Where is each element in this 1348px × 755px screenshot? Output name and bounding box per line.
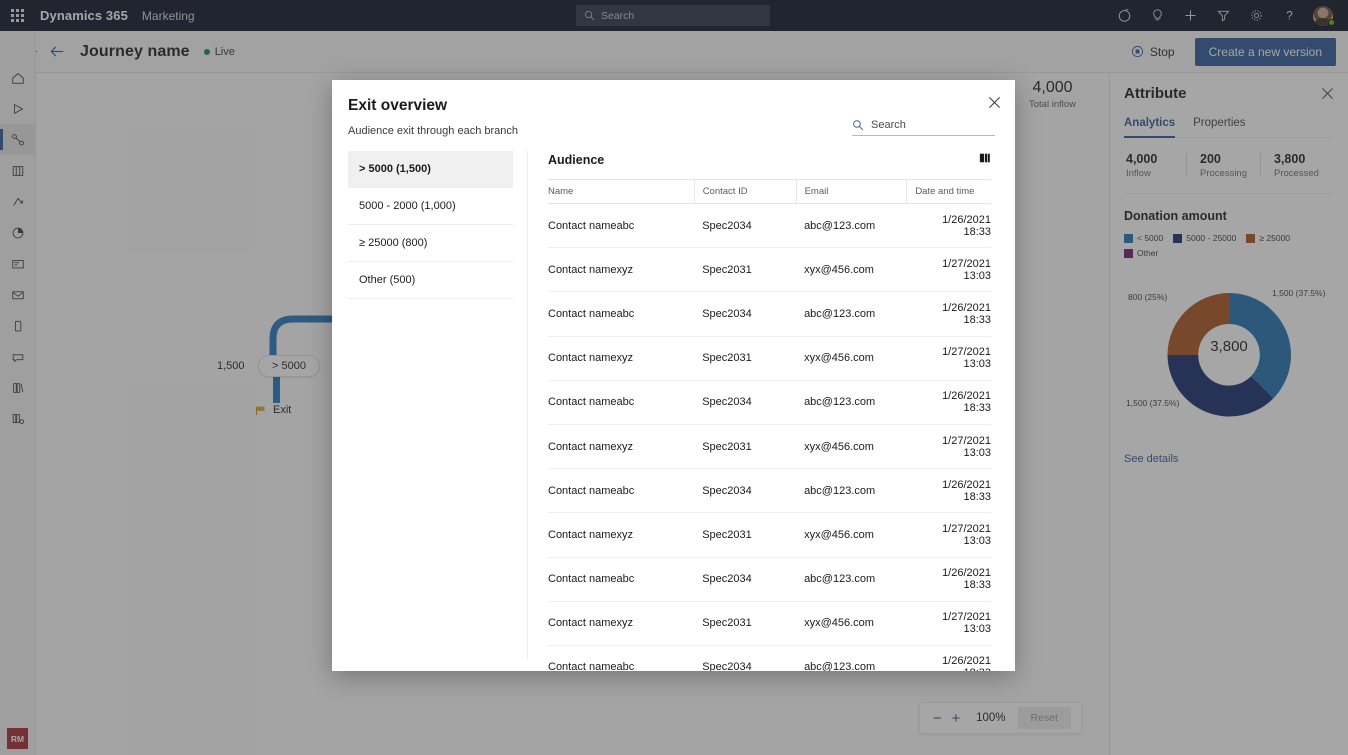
cell-contact-id: Spec2031	[694, 336, 797, 381]
table-row[interactable]: Contact nameabc Spec2034 abc@123.com 1/26/2…	[548, 291, 991, 337]
column-header-date-time[interactable]: Date and time	[906, 179, 991, 204]
exit-overview-dialog: Exit overview Audience exit through each…	[332, 80, 1015, 671]
cell-contact-id: Spec2034	[694, 380, 797, 425]
table-row[interactable]: Contact namexyz Spec2031 xyx@456.com 1/27/2…	[548, 512, 991, 558]
audience-table-header-row: Name Contact ID Email Date and time	[548, 179, 991, 204]
cell-contact-id: Spec2031	[694, 512, 797, 558]
table-row[interactable]: Contact nameabc Spec2034 abc@123.com 1/26/2…	[548, 645, 991, 671]
cell-date-time: 1/26/2021 18:33	[906, 468, 991, 514]
branch-list-item-2[interactable]: ≥ 25000 (800)	[348, 225, 513, 262]
branch-list-item-1[interactable]: 5000 - 2000 (1,000)	[348, 188, 513, 225]
cell-email: xyx@456.com	[796, 424, 907, 470]
cell-email: abc@123.com	[796, 203, 907, 249]
dialog-search-placeholder: Search	[871, 119, 906, 131]
table-row[interactable]: Contact namexyz Spec2031 xyx@456.com 1/27/2…	[548, 601, 991, 646]
close-icon[interactable]	[988, 96, 1001, 114]
table-row[interactable]: Contact nameabc Spec2034 abc@123.com 1/26/2…	[548, 203, 991, 249]
cell-email: abc@123.com	[796, 557, 907, 602]
cell-email: abc@123.com	[796, 468, 907, 514]
cell-email: xyx@456.com	[796, 336, 907, 381]
audience-table-body: Contact nameabc Spec2034 abc@123.com 1/26/2…	[548, 203, 991, 671]
cell-date-time: 1/26/2021 18:33	[906, 557, 991, 602]
cell-email: xyx@456.com	[796, 512, 907, 558]
column-settings-icon[interactable]	[979, 151, 991, 169]
cell-contact-id: Spec2034	[694, 557, 797, 602]
cell-name: Contact nameabc	[548, 203, 695, 249]
cell-contact-id: Spec2034	[694, 468, 797, 514]
cell-name: Contact nameabc	[548, 291, 695, 337]
cell-email: xyx@456.com	[796, 247, 907, 293]
cell-name: Contact namexyz	[548, 601, 695, 646]
table-row[interactable]: Contact nameabc Spec2034 abc@123.com 1/26/2…	[548, 468, 991, 514]
dialog-title: Exit overview	[348, 97, 448, 114]
cell-name: Contact nameabc	[548, 380, 695, 425]
cell-email: abc@123.com	[796, 645, 907, 671]
dialog-header: Exit overview Audience exit through each…	[332, 80, 1015, 137]
audience-table-header: Audience	[548, 151, 991, 179]
app-root: Dynamics 365 Marketing Search ? Journey …	[0, 0, 1348, 755]
cell-date-time: 1/27/2021 13:03	[906, 601, 991, 646]
column-header-name[interactable]: Name	[548, 179, 695, 204]
table-row[interactable]: Contact namexyz Spec2031 xyx@456.com 1/27/2…	[548, 336, 991, 381]
cell-name: Contact nameabc	[548, 557, 695, 602]
cell-contact-id: Spec2034	[694, 645, 797, 671]
cell-date-time: 1/27/2021 13:03	[906, 247, 991, 293]
cell-date-time: 1/26/2021 18:33	[906, 645, 991, 671]
cell-date-time: 1/27/2021 13:03	[906, 512, 991, 558]
column-header-contact-id[interactable]: Contact ID	[694, 179, 797, 204]
cell-email: xyx@456.com	[796, 601, 907, 646]
cell-date-time: 1/26/2021 18:33	[906, 291, 991, 337]
cell-date-time: 1/26/2021 18:33	[906, 203, 991, 249]
cell-name: Contact namexyz	[548, 512, 695, 558]
cell-contact-id: Spec2034	[694, 203, 797, 249]
audience-table-pane: Audience Name Contact ID Email Date and …	[527, 151, 1015, 671]
cell-name: Contact nameabc	[548, 645, 695, 671]
branch-list-item-0[interactable]: > 5000 (1,500)	[348, 151, 513, 188]
audience-table-caption: Audience	[548, 153, 605, 167]
cell-contact-id: Spec2034	[694, 291, 797, 337]
cell-name: Contact namexyz	[548, 247, 695, 293]
column-header-email[interactable]: Email	[796, 179, 908, 204]
cell-date-time: 1/26/2021 18:33	[906, 380, 991, 425]
cell-contact-id: Spec2031	[694, 601, 797, 646]
cell-date-time: 1/27/2021 13:03	[906, 424, 991, 470]
table-row[interactable]: Contact nameabc Spec2034 abc@123.com 1/26/2…	[548, 557, 991, 602]
table-row[interactable]: Contact namexyz Spec2031 xyx@456.com 1/27/2…	[548, 424, 991, 470]
cell-email: abc@123.com	[796, 380, 907, 425]
cell-contact-id: Spec2031	[694, 424, 797, 470]
table-row[interactable]: Contact nameabc Spec2034 abc@123.com 1/26/2…	[548, 380, 991, 425]
cell-contact-id: Spec2031	[694, 247, 797, 293]
audience-table-head: Name Contact ID Email Date and time	[548, 179, 991, 204]
dialog-search-input[interactable]: Search	[852, 119, 995, 136]
branch-list: > 5000 (1,500) 5000 - 2000 (1,000) ≥ 250…	[348, 151, 513, 659]
cell-date-time: 1/27/2021 13:03	[906, 336, 991, 381]
audience-table: Name Contact ID Email Date and time Cont…	[548, 179, 991, 671]
cell-name: Contact namexyz	[548, 336, 695, 381]
dialog-body: > 5000 (1,500) 5000 - 2000 (1,000) ≥ 250…	[332, 151, 1015, 671]
table-row[interactable]: Contact namexyz Spec2031 xyx@456.com 1/27/2…	[548, 247, 991, 293]
search-icon	[853, 120, 864, 131]
cell-name: Contact namexyz	[548, 424, 695, 470]
cell-name: Contact nameabc	[548, 468, 695, 514]
cell-email: abc@123.com	[796, 291, 907, 337]
branch-list-item-3[interactable]: Other (500)	[348, 262, 513, 299]
